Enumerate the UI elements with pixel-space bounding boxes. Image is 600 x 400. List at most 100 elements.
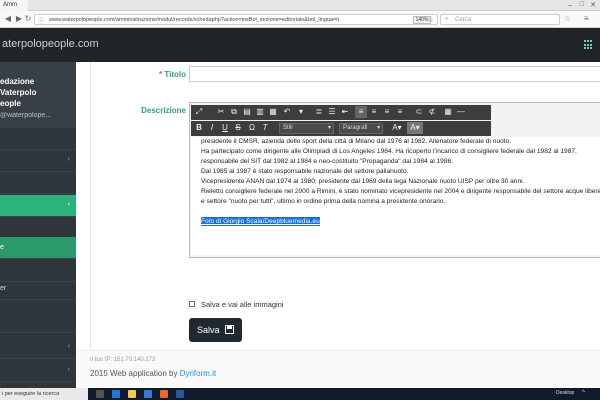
save-button[interactable]: Salva [189,318,242,342]
search-icon: ⌕ [445,16,449,22]
info-icon: ⓘ [38,19,45,25]
close-icon[interactable]: ✕ [590,1,596,9]
numbered-list-icon[interactable]: ≣ [313,106,325,118]
site-brand[interactable]: aterpolopeople.com [2,38,99,50]
content-line: Ha partecipato come dirigente alle Olimp… [201,148,577,155]
save-and-images-checkbox[interactable] [189,301,195,307]
maximize-editor-icon[interactable]: ⤢ [193,106,205,118]
paste-icon[interactable]: ▤ [241,106,253,118]
store-icon[interactable] [144,390,152,398]
italic-icon[interactable]: I [206,122,218,134]
sidebar-item-active[interactable]: ‹ [0,195,76,217]
chevron-down-icon: ▾ [327,125,331,131]
task-view-icon[interactable] [96,390,104,398]
browser-search-input[interactable]: ⌕ Cerca [440,14,560,25]
styles-select[interactable]: Stili ▾ [279,123,334,134]
profile-name: edazione Vaterpolo eople [0,77,37,108]
rich-text-editor: ⤢ ✂ ⧉ ▤ ▥ ▦ ↶ ▾ ≣ ☰ ⇤ ≡ ≡ ≡ ≡ ⊂ ⊄ ▦ ― B … [189,102,600,258]
bookmark-star-icon[interactable]: ☆ [427,15,434,24]
minimize-icon[interactable]: – [568,2,572,9]
reload-icon[interactable]: ↻ [23,14,33,24]
editor-content[interactable]: presidente il CMSR, azienda dello sport … [191,137,600,255]
chevron-down-icon: ▾ [376,125,380,131]
clear-format-icon[interactable]: T [259,122,271,134]
main-content: * Titolo Descrizione ⤢ ✂ ⧉ ▤ ▥ ▦ ↶ ▾ ≣ ☰… [76,62,600,388]
content-line: responsabile del SIT dal 1982 al 1984 e … [201,158,454,165]
copy-icon[interactable]: ⧉ [228,106,240,118]
editor-toolbar-row-2: B I U S Ω T Stili ▾ Paragrafi ▾ A▾ A▾ [191,121,491,136]
unlink-icon[interactable]: ⊄ [426,106,438,118]
file-explorer-icon[interactable] [128,390,136,398]
underline-icon[interactable]: U [219,122,231,134]
undo-icon[interactable]: ↶ [281,106,293,118]
floppy-disk-icon [225,325,234,334]
content-line: Dal 1985 al 1987 è stato responsabile na… [201,168,409,175]
titolo-input[interactable] [189,66,600,82]
special-char-icon[interactable]: Ω [246,122,258,134]
outdent-icon[interactable]: ⇤ [339,106,351,118]
content-line: e settore "nuoto per tutti", ultimo in o… [201,198,446,205]
sidebar-item-label: er [0,285,7,292]
align-justify-icon[interactable]: ≡ [394,106,406,118]
chevron-left-icon: ‹ [67,201,70,208]
ip-info: Il tuo IP: 151.70.140.173 [90,357,156,363]
sidebar: edazione Vaterpolo eople @waterpolope...… [0,62,76,388]
word-icon[interactable] [176,390,184,398]
align-left-icon[interactable]: ≡ [355,106,367,118]
sidebar-item[interactable]: ‹ [0,337,76,359]
taskbar-search[interactable]: i per eseguire la ricerca [0,388,88,400]
content-line: presidente il CMSR, azienda dello sport … [201,138,512,145]
ip-value: 151.70.140.173 [113,357,156,363]
sidebar-item[interactable] [0,172,76,194]
user-profile: edazione Vaterpolo eople @waterpolope... [0,62,76,128]
sidebar-item[interactable]: ‹ [0,360,76,382]
bold-icon[interactable]: B [193,122,205,134]
strikethrough-icon[interactable]: S [232,122,244,134]
undo-dropdown-icon[interactable]: ▾ [295,106,307,118]
descrizione-label: Descrizione [141,106,186,115]
cut-icon[interactable]: ✂ [215,106,227,118]
sidebar-item[interactable]: ‹ [0,150,76,172]
link-icon[interactable]: ⊂ [413,106,425,118]
url-bar[interactable]: ⓘ www.waterpolopeople.com/amministrazion… [34,14,438,25]
edit-form: * Titolo Descrizione ⤢ ✂ ⧉ ▤ ▥ ▦ ↶ ▾ ≣ ☰… [90,62,600,350]
content-line: Vicepresidente ANAN dal 1974 al 1980; pr… [201,178,525,185]
horizontal-rule-icon[interactable]: ― [455,106,467,118]
edge-icon[interactable] [112,390,120,398]
tray-expand-icon[interactable]: ^ [582,390,585,396]
background-color-icon[interactable]: A▾ [407,122,423,134]
bookmarks-icon[interactable]: ☆ [564,14,571,23]
text-color-icon[interactable]: A▾ [389,122,405,134]
save-and-images-label: Salva e vai alle immagini [201,300,284,309]
browser-navbar: ◀ ▶ ↻ ⓘ www.waterpolopeople.com/amminist… [0,11,600,28]
sidebar-subitem-active[interactable]: e [0,237,76,259]
dynform-link[interactable]: Dynform.it [180,369,216,378]
paste-text-icon[interactable]: ▥ [254,106,266,118]
maximize-icon[interactable]: □ [580,1,584,8]
browser-tab-bar: Amm – □ ✕ [0,0,600,11]
search-placeholder: Cerca [455,17,472,23]
firefox-icon[interactable] [160,390,168,398]
titolo-label: * Titolo [91,70,186,79]
copyright: 2015 Web application by Dynform.it [90,369,216,378]
align-center-icon[interactable]: ≡ [368,106,380,118]
bullet-list-icon[interactable]: ☰ [326,106,338,118]
photo-credit-link[interactable]: Foto di Giorgio Scala/Deepbluemedia.eu [201,217,320,226]
browser-tab[interactable]: Amm [0,0,28,11]
paste-word-icon[interactable]: ▦ [267,106,279,118]
back-icon[interactable]: ◀ [3,14,13,24]
align-right-icon[interactable]: ≡ [381,106,393,118]
hamburger-menu-icon[interactable]: ≡ [584,14,589,23]
format-select-value: Paragrafi [343,125,368,131]
profile-email: @waterpolope... [0,112,52,119]
desktop-label[interactable]: Desktop [556,390,574,396]
sidebar-item[interactable] [0,128,76,150]
format-select[interactable]: Paragrafi ▾ [339,123,383,134]
apps-grid-icon[interactable] [584,40,594,50]
sidebar-item[interactable]: er [0,278,76,300]
required-marker: * [159,70,163,79]
sidebar-item[interactable] [0,311,76,333]
editor-toolbar-row-1: ⤢ ✂ ⧉ ▤ ▥ ▦ ↶ ▾ ≣ ☰ ⇤ ≡ ≡ ≡ ≡ ⊂ ⊄ ▦ ― [191,105,491,120]
table-icon[interactable]: ▦ [442,106,454,118]
content-line: Rieletto consigliere federale nel 2000 a… [201,188,600,195]
